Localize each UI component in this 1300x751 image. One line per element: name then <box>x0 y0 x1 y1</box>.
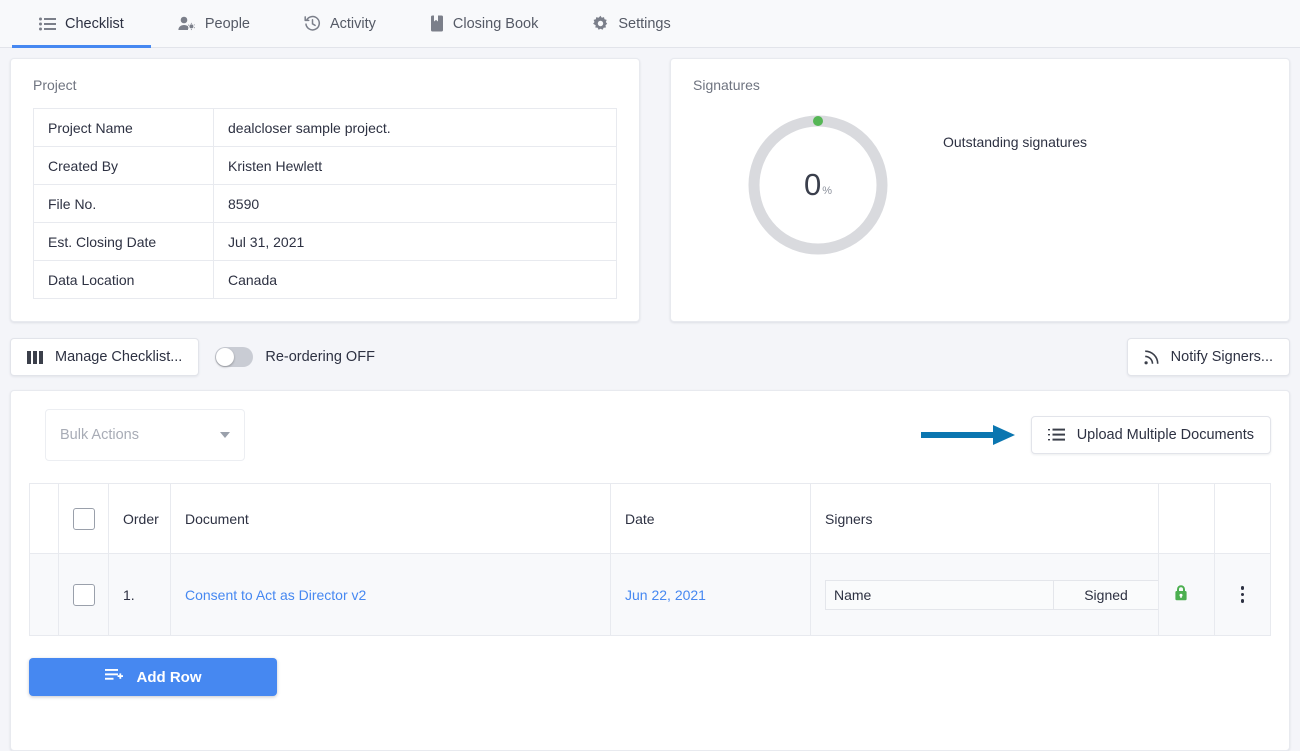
signer-signed-status: Signed <box>1084 586 1128 603</box>
row-lock-cell <box>1158 553 1215 636</box>
checklist-card: Bulk Actions Upload Multiple Documents O… <box>10 390 1290 751</box>
row-select-cell <box>58 553 109 636</box>
table-row: File No. 8590 <box>33 184 617 223</box>
project-field-value: Kristen Hewlett <box>213 146 617 185</box>
table-row: Data Location Canada <box>33 260 617 299</box>
signers-mini-table: Name Signed <box>825 579 1159 610</box>
tab-closing-book[interactable]: Closing Book <box>403 0 565 47</box>
table-row: 1. Consent to Act as Director v2 Jun 22,… <box>29 553 1271 636</box>
header-menu-cell <box>1214 483 1271 554</box>
gear-icon <box>592 15 609 32</box>
header-lock-cell <box>1158 483 1215 554</box>
project-field-label: Est. Closing Date <box>33 222 214 261</box>
lock-icon[interactable] <box>1173 585 1189 605</box>
bulk-actions-placeholder: Bulk Actions <box>60 427 139 443</box>
document-link[interactable]: Consent to Act as Director v2 <box>185 587 366 603</box>
tab-people[interactable]: People <box>151 0 277 47</box>
row-order: 1. <box>108 553 171 636</box>
book-icon <box>430 15 444 32</box>
notify-signers-button[interactable]: Notify Signers... <box>1126 338 1290 376</box>
row-menu-cell <box>1214 553 1271 636</box>
row-spacer-cell <box>29 553 59 636</box>
row-checkbox[interactable] <box>73 583 95 606</box>
table-row: Project Name dealcloser sample project. <box>33 108 617 147</box>
column-header-document: Document <box>170 483 611 554</box>
project-field-value: dealcloser sample project. <box>213 108 617 147</box>
manage-checklist-label: Manage Checklist... <box>55 349 183 365</box>
tab-label: Checklist <box>65 15 124 32</box>
tab-label: Closing Book <box>452 15 539 32</box>
project-field-value: Canada <box>213 260 617 299</box>
table-row: Created By Kristen Hewlett <box>33 146 617 185</box>
signatures-card-title: Signatures <box>693 77 760 93</box>
reordering-toggle[interactable] <box>215 347 254 367</box>
checklist-table: Order Document Date Signers 1. Consent t… <box>29 483 1271 636</box>
column-header-order: Order <box>108 483 171 554</box>
column-header-date: Date <box>610 483 811 554</box>
signatures-card: Signatures 0% Outstanding signatures <box>670 58 1290 322</box>
broadcast-icon <box>1144 349 1159 365</box>
percent-symbol: % <box>822 185 833 197</box>
project-field-value: Jul 31, 2021 <box>213 222 617 261</box>
select-all-checkbox[interactable] <box>73 507 95 530</box>
table-row: Est. Closing Date Jul 31, 2021 <box>33 222 617 261</box>
row-date-cell: Jun 22, 2021 <box>610 553 811 636</box>
upload-multiple-documents-label: Upload Multiple Documents <box>1076 427 1254 443</box>
upload-multiple-documents-button[interactable]: Upload Multiple Documents <box>1030 416 1271 454</box>
project-field-label: File No. <box>33 184 214 223</box>
tab-label: Activity <box>329 15 376 32</box>
tab-activity[interactable]: Activity <box>277 0 403 47</box>
columns-icon <box>27 350 43 364</box>
row-signers-cell: Name Signed <box>810 553 1159 636</box>
project-field-label: Created By <box>33 146 214 185</box>
tab-checklist[interactable]: Checklist <box>12 0 151 48</box>
signer-name-field[interactable]: Name <box>826 580 1054 609</box>
add-row-button[interactable]: Add Row <box>29 658 277 696</box>
table-header-row: Order Document Date Signers <box>29 483 1271 554</box>
project-card: Project Project Name dealcloser sample p… <box>10 58 640 322</box>
signatures-percent: 0% <box>745 112 891 258</box>
project-field-label: Project Name <box>33 108 214 147</box>
reordering-label: Re-ordering OFF <box>265 349 375 365</box>
tab-label: Settings <box>618 15 671 32</box>
add-row-icon <box>104 668 123 686</box>
manage-checklist-button[interactable]: Manage Checklist... <box>10 338 200 376</box>
checklist-card-header: Bulk Actions Upload Multiple Documents <box>29 409 1271 461</box>
notify-signers-label: Notify Signers... <box>1170 349 1273 365</box>
reordering-toggle-group[interactable]: Re-ordering OFF <box>215 347 375 367</box>
people-gear-icon <box>178 16 196 31</box>
bulk-actions-select[interactable]: Bulk Actions <box>45 409 245 461</box>
header-select-all-cell <box>58 483 109 554</box>
date-link[interactable]: Jun 22, 2021 <box>625 587 706 603</box>
ordered-list-icon <box>1047 428 1065 442</box>
project-table: Project Name dealcloser sample project. … <box>33 108 617 299</box>
checklist-toolbar: Manage Checklist... Re-ordering OFF Noti… <box>0 322 1300 390</box>
add-row-label: Add Row <box>136 668 202 686</box>
tab-settings[interactable]: Settings <box>565 0 697 47</box>
project-field-value: 8590 <box>213 184 617 223</box>
signatures-progress-donut: 0% <box>745 112 891 258</box>
project-card-title: Project <box>33 77 77 93</box>
toggle-knob <box>216 348 235 366</box>
chevron-down-icon <box>220 432 230 438</box>
column-header-signers: Signers <box>810 483 1159 554</box>
annotation-arrow-icon <box>920 422 1017 448</box>
row-document-cell: Consent to Act as Director v2 <box>170 553 611 636</box>
signatures-legend: Outstanding signatures <box>943 134 1087 150</box>
signatures-percent-value: 0 <box>803 167 822 202</box>
history-icon <box>304 15 321 32</box>
project-field-label: Data Location <box>33 260 214 299</box>
list-icon <box>39 17 56 31</box>
header-spacer-cell <box>29 483 59 554</box>
kebab-menu-icon[interactable] <box>1229 586 1256 603</box>
tab-label: People <box>204 15 250 32</box>
main-tabbar: Checklist People Activity Closing Book S… <box>0 0 1300 48</box>
summary-cards: Project Project Name dealcloser sample p… <box>0 48 1300 322</box>
